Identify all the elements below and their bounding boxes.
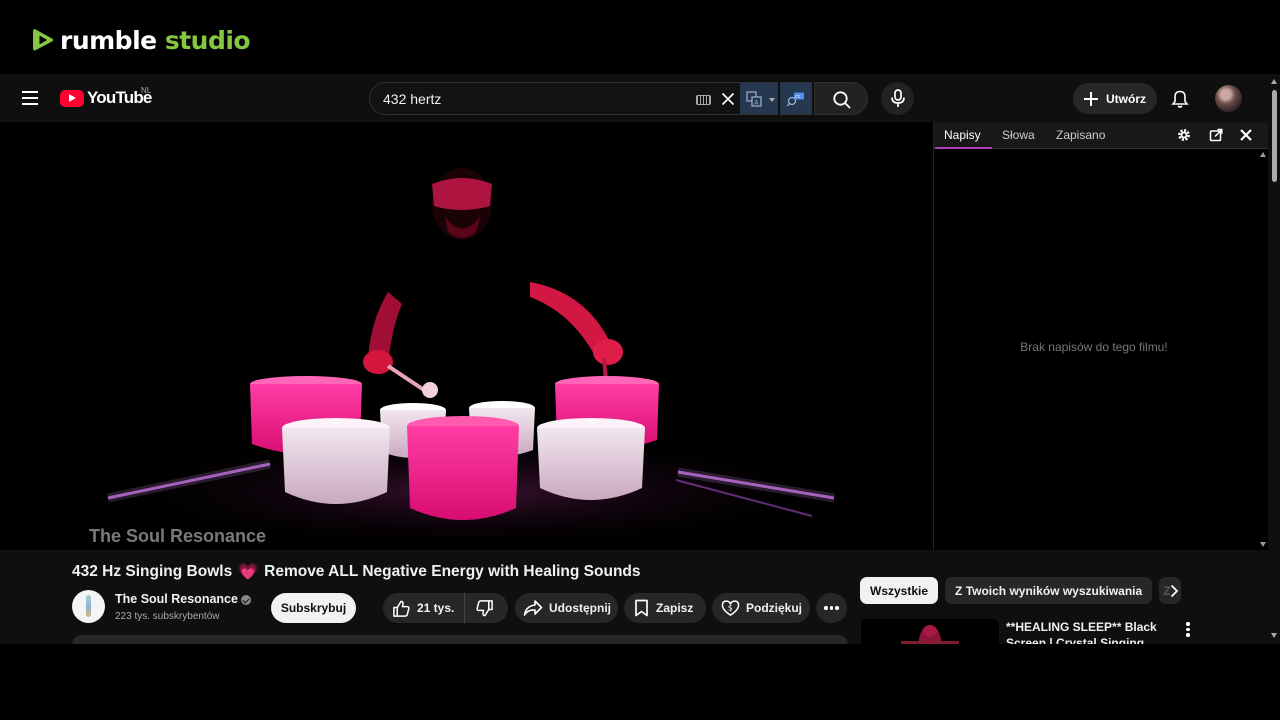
more-actions-icon[interactable] <box>816 593 847 623</box>
recommendation-chips: Wszystkie Z Twoich wyników wyszukiwania … <box>860 577 1182 604</box>
recommendation-more-icon[interactable] <box>1183 622 1193 638</box>
share-arrow-icon <box>523 600 543 616</box>
translate-extension-button[interactable]: A <box>740 82 778 115</box>
youtube-logo[interactable]: YouTube <box>60 88 152 108</box>
recommendation-title[interactable]: **HEALING SLEEP** Black Screen | Crystal… <box>1006 620 1171 644</box>
create-button[interactable]: Utwórz <box>1073 83 1157 114</box>
captions-search-icon: cc <box>787 92 804 107</box>
bookmark-icon <box>635 599 648 617</box>
captions-search-extension-button[interactable]: cc <box>780 82 812 115</box>
rumble-play-icon <box>33 29 54 51</box>
thanks-button[interactable]: $ Podziękuj <box>712 593 810 623</box>
voice-search-button[interactable] <box>881 82 914 115</box>
chip-from-search[interactable]: Z Twoich wyników wyszukiwania <box>945 577 1153 604</box>
create-label: Utwórz <box>1106 91 1146 106</box>
page-scroll-thumb[interactable] <box>1272 90 1277 182</box>
active-tab-indicator <box>935 147 992 149</box>
recommendation-thumbnail[interactable] <box>861 619 999 644</box>
channel-avatar[interactable] <box>72 590 105 623</box>
scroll-up-arrow[interactable] <box>1260 152 1266 157</box>
transcript-panel: Napisy Słowa Zapisano Brak napisów do te… <box>933 122 1269 550</box>
masthead: YouTube NL 432 hertz A cc Utwórz <box>0 74 1268 122</box>
like-count: 21 tys. <box>417 601 455 615</box>
search-icon <box>833 91 851 109</box>
save-button[interactable]: Zapisz <box>624 593 706 623</box>
page-scrollbar[interactable] <box>1268 74 1280 644</box>
youtube-play-icon <box>60 89 84 107</box>
like-dislike-group: 21 tys. <box>383 593 508 623</box>
search-box[interactable]: 432 hertz <box>369 82 740 115</box>
thumbs-up-icon <box>393 600 410 617</box>
dislike-button[interactable] <box>465 593 494 623</box>
tab-saved[interactable]: Zapisano <box>1056 128 1105 142</box>
rumble-wordmark: rumble <box>60 25 157 55</box>
microphone-icon <box>891 89 905 107</box>
plus-icon <box>1083 91 1099 107</box>
video-title: 432 Hz Singing Bowls 💗 Remove ALL Negati… <box>72 562 641 582</box>
video-player[interactable]: The Soul Resonance <box>0 122 933 550</box>
thumbs-down-icon <box>476 599 493 616</box>
menu-icon[interactable] <box>22 91 38 105</box>
video-frame <box>0 122 933 550</box>
search-button[interactable] <box>814 82 868 115</box>
open-external-icon[interactable] <box>1209 128 1223 142</box>
share-label: Udostępnij <box>549 601 611 615</box>
like-button[interactable]: 21 tys. <box>383 593 465 623</box>
transcript-tabs: Napisy Słowa Zapisano <box>934 122 1269 149</box>
chip-all[interactable]: Wszystkie <box>860 577 939 604</box>
panel-scrollbar[interactable] <box>1258 149 1268 550</box>
share-button[interactable]: Udostępnij <box>515 593 618 623</box>
screen: rumble studio YouTube NL 432 hertz A cc … <box>0 0 1280 720</box>
svg-text:$: $ <box>728 603 733 612</box>
clear-search-icon[interactable] <box>720 91 736 107</box>
description-box[interactable] <box>72 635 848 644</box>
close-icon[interactable] <box>1239 128 1253 142</box>
country-code: NL <box>141 86 152 95</box>
video-title-text: 432 Hz Singing Bowls <box>72 563 233 580</box>
keyboard-icon[interactable] <box>696 95 711 105</box>
thumbnail-image <box>861 619 999 644</box>
no-captions-message: Brak napisów do tego filmu! <box>1020 340 1168 354</box>
verified-badge-icon <box>241 595 251 605</box>
tab-words[interactable]: Słowa <box>1002 128 1035 142</box>
settings-gear-icon[interactable] <box>1177 128 1191 142</box>
video-watermark: The Soul Resonance <box>89 526 267 546</box>
youtube-window: YouTube NL 432 hertz A cc Utwórz The Sou… <box>0 74 1280 644</box>
channel-name[interactable]: The Soul Resonance <box>115 592 238 606</box>
notifications-bell-icon[interactable] <box>1170 89 1190 109</box>
rumble-studio-logo: rumble studio <box>30 24 251 56</box>
page-scroll-down-arrow[interactable] <box>1271 633 1277 638</box>
thanks-label: Podziękuj <box>746 601 803 615</box>
subscribe-button[interactable]: Subskrybuj <box>271 593 356 623</box>
studio-wordmark: studio <box>164 25 251 55</box>
heart-emoji: 💗 <box>238 564 259 581</box>
subscriber-count: 223 tys. subskrybentów <box>115 611 220 622</box>
search-input[interactable]: 432 hertz <box>383 91 441 107</box>
chevron-right-icon[interactable] <box>1165 582 1183 600</box>
video-title-text-2: Remove ALL Negative Energy with Healing … <box>264 563 641 580</box>
svg-text:cc: cc <box>795 94 801 100</box>
scroll-down-arrow[interactable] <box>1260 542 1266 547</box>
translate-icon: A <box>746 91 762 107</box>
account-avatar[interactable] <box>1215 85 1242 112</box>
save-label: Zapisz <box>656 601 694 615</box>
chevron-down-icon <box>769 98 775 102</box>
heart-dollar-icon: $ <box>721 600 740 617</box>
page-scroll-up-arrow[interactable] <box>1271 79 1277 84</box>
tab-captions[interactable]: Napisy <box>944 128 981 142</box>
